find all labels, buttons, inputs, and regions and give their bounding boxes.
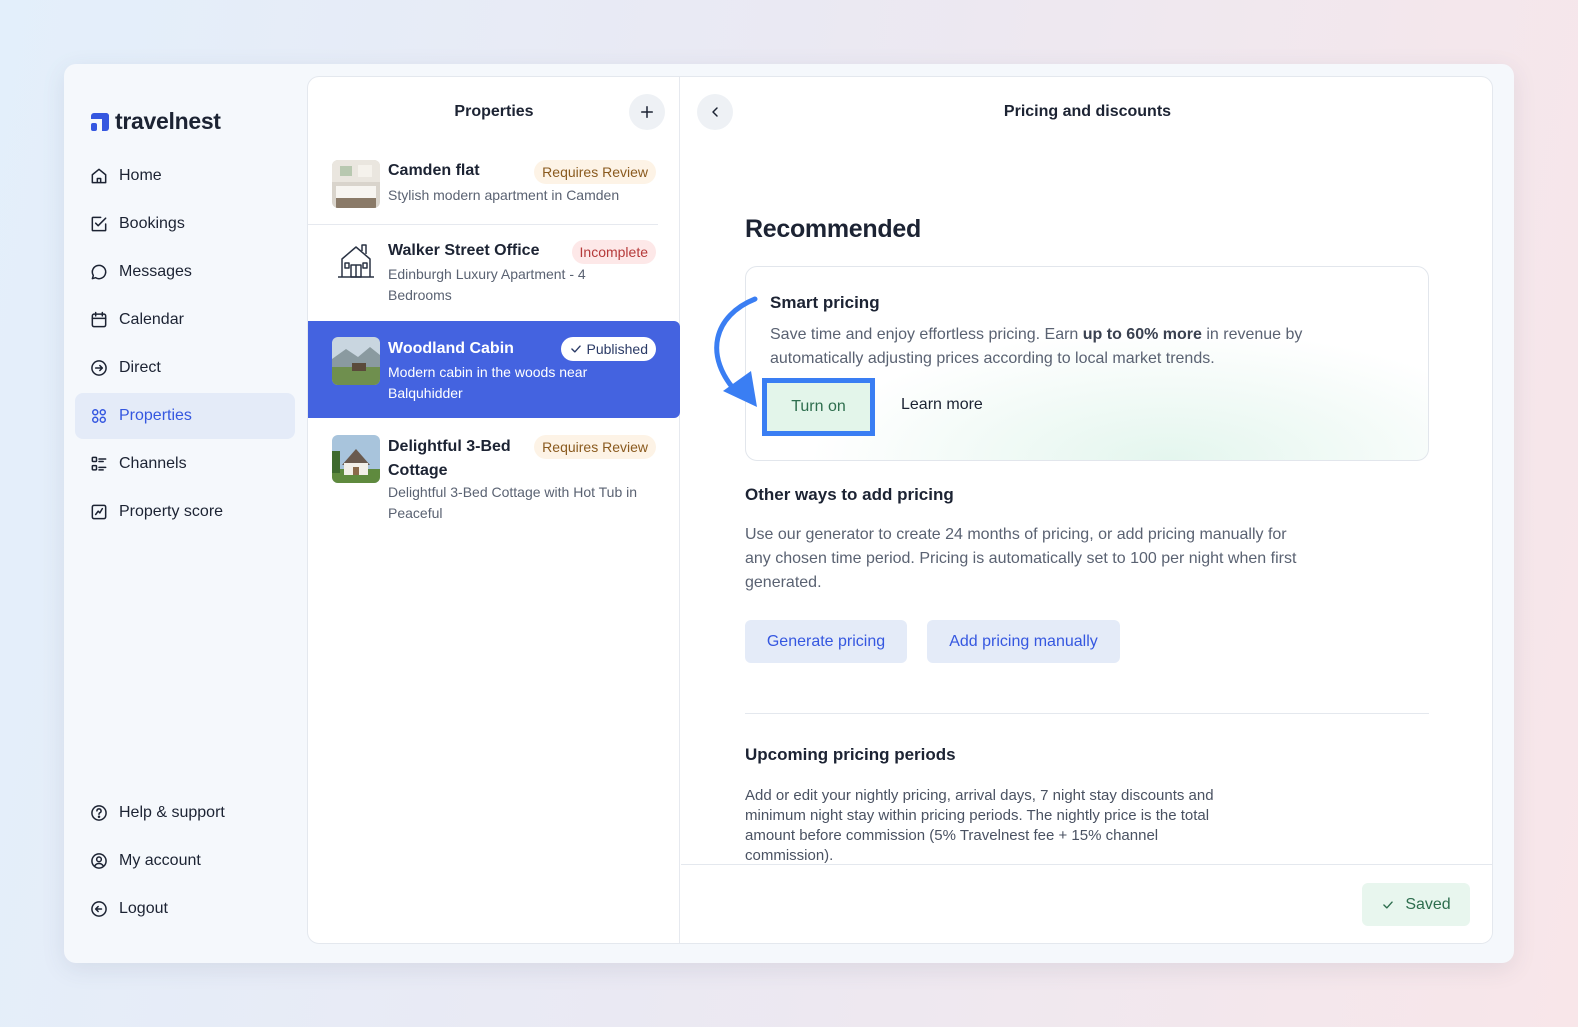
property-description: Modern cabin in the woods near Balquhidd… (388, 364, 588, 401)
bottom-nav: Help & support My account Logout (75, 790, 295, 934)
nav-label: Calendar (119, 311, 184, 328)
smart-pricing-title: Smart pricing (770, 293, 880, 312)
property-item-walker-street-office[interactable]: Walker Street Office Incomplete Edinburg… (308, 225, 680, 320)
property-name: Camden flat (388, 162, 480, 179)
nav-item-home[interactable]: Home (75, 153, 295, 199)
nav-item-my-account[interactable]: My account (75, 838, 295, 884)
home-icon (91, 168, 107, 184)
other-pricing-heading: Other ways to add pricing (745, 485, 954, 504)
nav-label: My account (119, 852, 201, 869)
status-badge: Requires Review (534, 160, 656, 184)
add-pricing-manually-button[interactable]: Add pricing manually (927, 620, 1120, 663)
property-item-camden-flat[interactable]: Camden flat Requires Review Stylish mode… (308, 152, 680, 224)
add-property-button[interactable] (629, 94, 665, 130)
nav-label: Property score (119, 503, 224, 520)
learn-more-link[interactable]: Learn more (901, 396, 983, 414)
upcoming-pricing-text: Add or edit your nightly pricing, arriva… (745, 787, 1214, 864)
property-description: Edinburgh Luxury Apartment - 4 Bedrooms (388, 266, 586, 303)
upcoming-pricing-heading: Upcoming pricing periods (745, 745, 956, 764)
saved-status: Saved (1362, 883, 1470, 926)
property-name: Delightful 3-Bed Cottage (388, 438, 511, 479)
check-icon (570, 345, 581, 353)
arrow-circle-icon (91, 360, 107, 376)
footer-bar: Saved (681, 864, 1492, 943)
saved-label: Saved (1405, 895, 1451, 913)
property-item-woodland-cabin[interactable]: Woodland Cabin Published Modern cabin in… (308, 321, 680, 418)
nav-item-messages[interactable]: Messages (75, 249, 295, 295)
smart-pricing-highlight: up to 60% more (1082, 326, 1202, 343)
nav-item-properties[interactable]: Properties (75, 393, 295, 439)
chart-icon (91, 504, 107, 520)
property-name: Woodland Cabin (388, 340, 514, 357)
nav-label: Home (119, 167, 162, 184)
check-icon (1383, 900, 1394, 909)
plus-icon (641, 106, 653, 118)
building-icon (332, 237, 380, 285)
main-panel: Properties Camden flat Requires Review S… (307, 76, 1493, 944)
nav-label: Logout (119, 900, 168, 917)
badge-label: Published (586, 341, 649, 357)
property-description: Delightful 3-Bed Cottage with Hot Tub in… (388, 484, 638, 521)
status-badge: Requires Review (534, 435, 656, 459)
user-circle-icon (91, 853, 107, 869)
other-pricing-text: Use our generator to create 24 months of… (745, 526, 1297, 591)
calendar-icon (91, 311, 107, 328)
nav-label: Bookings (119, 215, 185, 232)
status-badge: Published (560, 337, 656, 361)
nav-item-property-score[interactable]: Property score (75, 489, 295, 535)
logo-icon (91, 112, 109, 131)
nav-label: Direct (119, 359, 161, 376)
nav-item-bookings[interactable]: Bookings (75, 201, 295, 247)
list-icon (91, 456, 107, 471)
property-item-delightful-cottage[interactable]: Delightful 3-Bed Cottage Requires Review… (308, 423, 680, 533)
properties-title: Properties (454, 103, 534, 120)
help-icon (91, 805, 107, 821)
nav-label: Messages (119, 263, 192, 280)
main-nav: Home Bookings Messages Calendar Direct P… (75, 153, 295, 537)
turn-on-button[interactable]: Turn on (762, 378, 875, 436)
checkbox-icon (91, 216, 107, 232)
property-thumbnail (332, 160, 380, 208)
logout-icon (91, 901, 107, 917)
sidebar: travelnest Home Bookings Messages Calend… (64, 64, 307, 963)
nav-item-direct[interactable]: Direct (75, 345, 295, 391)
properties-panel: Properties Camden flat Requires Review S… (308, 77, 680, 943)
grid-icon (92, 409, 106, 423)
pointer-arrow-icon (714, 296, 758, 407)
pricing-title: Pricing and discounts (1003, 103, 1172, 120)
brand-logo[interactable]: travelnest (91, 108, 221, 135)
recommended-heading: Recommended (745, 215, 921, 243)
pricing-panel: Pricing and discounts Recommended Smart … (681, 77, 1492, 943)
smart-pricing-card: Smart pricing Save time and enjoy effort… (745, 266, 1429, 461)
smart-pricing-text: Save time and enjoy effortless pricing. … (770, 326, 1303, 367)
section-divider (745, 713, 1429, 714)
nav-label: Channels (119, 455, 187, 472)
nav-item-calendar[interactable]: Calendar (75, 297, 295, 343)
status-badge: Incomplete (571, 240, 656, 264)
generate-pricing-button[interactable]: Generate pricing (745, 620, 907, 663)
app-window: travelnest Home Bookings Messages Calend… (64, 64, 1514, 963)
nav-item-help[interactable]: Help & support (75, 790, 295, 836)
nav-item-logout[interactable]: Logout (75, 886, 295, 932)
property-thumbnail (332, 435, 380, 483)
property-thumbnail (332, 337, 380, 385)
property-description: Stylish modern apartment in Camden (388, 187, 620, 203)
nav-label: Help & support (119, 804, 225, 821)
brand-name: travelnest (115, 108, 221, 134)
property-name: Walker Street Office (388, 242, 540, 259)
nav-label: Properties (119, 407, 192, 424)
chat-bubble-icon (91, 264, 107, 280)
nav-item-channels[interactable]: Channels (75, 441, 295, 487)
